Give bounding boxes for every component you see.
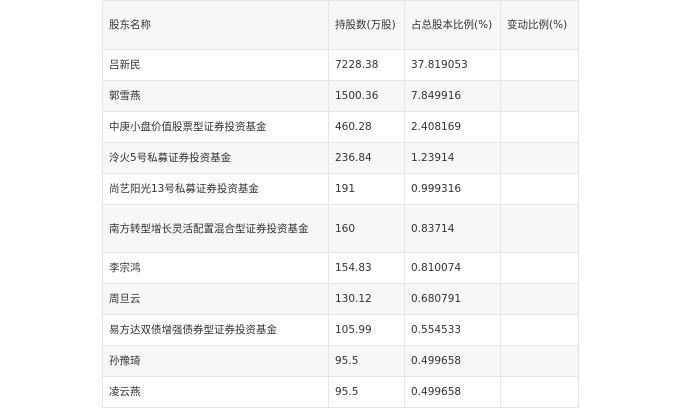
- cell-shares: 1500.36: [328, 80, 405, 112]
- cell-change: [500, 376, 579, 408]
- table-row: 郭雪燕 1500.36 7.849916: [102, 80, 579, 112]
- cell-ratio: 0.680791: [404, 283, 501, 315]
- cell-name: 周旦云: [102, 283, 329, 315]
- cell-ratio: 37.819053: [404, 49, 501, 81]
- table-row: 周旦云 130.12 0.680791: [102, 283, 579, 315]
- cell-shares: 95.5: [328, 376, 405, 408]
- cell-name: 泠火5号私募证券投资基金: [102, 142, 329, 174]
- header-name: 股东名称: [102, 0, 329, 50]
- cell-change: [500, 204, 579, 253]
- cell-name: 尚艺阳光13号私募证券投资基金: [102, 173, 329, 205]
- table-row: 泠火5号私募证券投资基金 236.84 1.23914: [102, 142, 579, 174]
- cell-shares: 236.84: [328, 142, 405, 174]
- cell-change: [500, 314, 579, 346]
- table-row: 中庚小盘价值股票型证券投资基金 460.28 2.408169: [102, 111, 579, 143]
- cell-ratio: 0.810074: [404, 252, 501, 284]
- cell-name: 孙豫琦: [102, 345, 329, 377]
- cell-ratio: 1.23914: [404, 142, 501, 174]
- cell-shares: 460.28: [328, 111, 405, 143]
- cell-ratio: 0.999316: [404, 173, 501, 205]
- header-ratio: 占总股本比例(%): [404, 0, 501, 50]
- cell-name: 中庚小盘价值股票型证券投资基金: [102, 111, 329, 143]
- cell-name: 吕新民: [102, 49, 329, 81]
- table-row: 李宗鸿 154.83 0.810074: [102, 252, 579, 284]
- cell-ratio: 2.408169: [404, 111, 501, 143]
- table-row: 易方达双债增强债券型证券投资基金 105.99 0.554533: [102, 314, 579, 346]
- cell-shares: 154.83: [328, 252, 405, 284]
- table-row: 南方转型增长灵活配置混合型证券投资基金 160 0.83714: [102, 204, 579, 253]
- cell-name: 易方达双债增强债券型证券投资基金: [102, 314, 329, 346]
- cell-change: [500, 173, 579, 205]
- cell-name: 凌云燕: [102, 376, 329, 408]
- table-row: 凌云燕 95.5 0.499658: [102, 376, 579, 408]
- cell-shares: 130.12: [328, 283, 405, 315]
- cell-change: [500, 49, 579, 81]
- cell-ratio: 0.554533: [404, 314, 501, 346]
- cell-name: 南方转型增长灵活配置混合型证券投资基金: [102, 204, 329, 253]
- cell-ratio: 0.83714: [404, 204, 501, 253]
- shareholder-table: 股东名称 持股数(万股) 占总股本比例(%) 变动比例(%) 吕新民 7228.…: [102, 0, 579, 408]
- cell-ratio: 7.849916: [404, 80, 501, 112]
- cell-name: 李宗鸿: [102, 252, 329, 284]
- cell-change: [500, 252, 579, 284]
- cell-shares: 105.99: [328, 314, 405, 346]
- table-row: 尚艺阳光13号私募证券投资基金 191 0.999316: [102, 173, 579, 205]
- cell-change: [500, 345, 579, 377]
- table-row: 吕新民 7228.38 37.819053: [102, 49, 579, 81]
- cell-shares: 160: [328, 204, 405, 253]
- cell-shares: 7228.38: [328, 49, 405, 81]
- table-row: 孙豫琦 95.5 0.499658: [102, 345, 579, 377]
- cell-shares: 191: [328, 173, 405, 205]
- cell-change: [500, 283, 579, 315]
- cell-ratio: 0.499658: [404, 376, 501, 408]
- header-row: 股东名称 持股数(万股) 占总股本比例(%) 变动比例(%): [102, 0, 579, 50]
- cell-name: 郭雪燕: [102, 80, 329, 112]
- header-shares: 持股数(万股): [328, 0, 405, 50]
- cell-shares: 95.5: [328, 345, 405, 377]
- header-change: 变动比例(%): [500, 0, 579, 50]
- cell-change: [500, 142, 579, 174]
- cell-change: [500, 80, 579, 112]
- cell-ratio: 0.499658: [404, 345, 501, 377]
- cell-change: [500, 111, 579, 143]
